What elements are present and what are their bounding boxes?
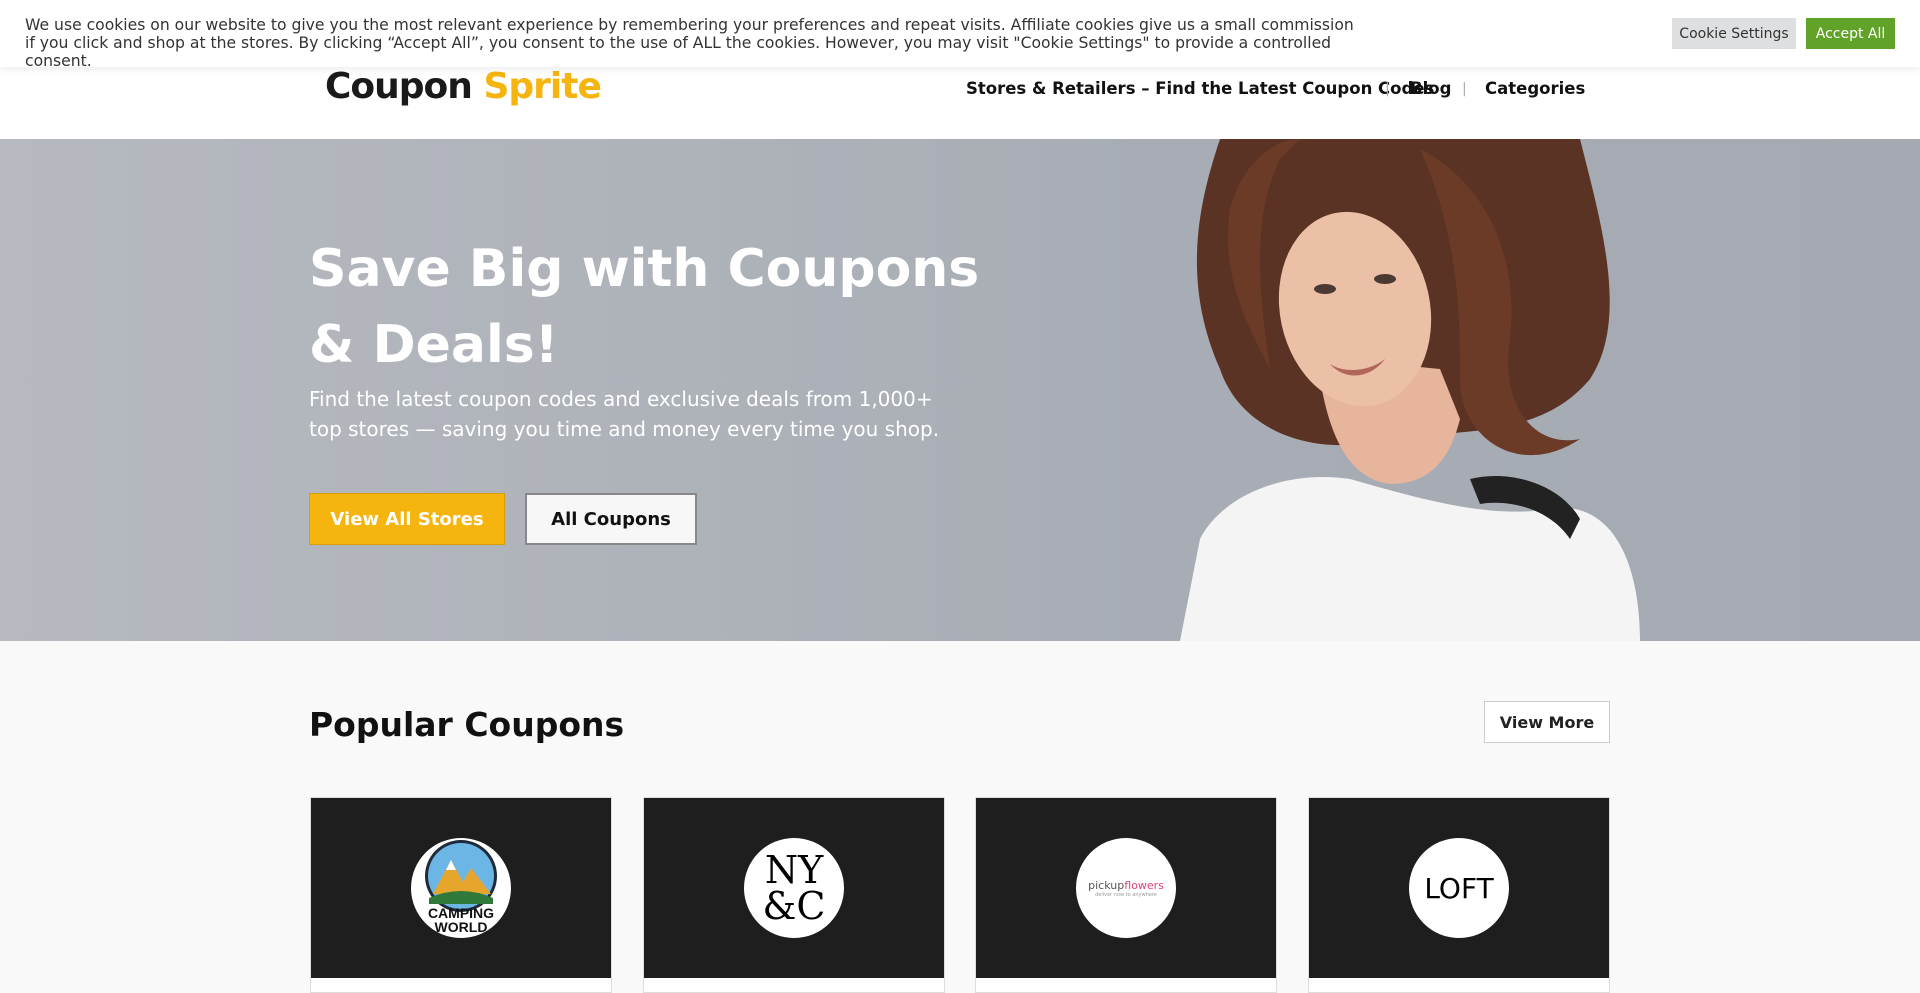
store-logo-ny-and-c: NY &C [744,838,844,938]
hero-subtitle: Find the latest coupon codes and exclusi… [309,387,940,441]
cookie-settings-button[interactable]: Cookie Settings [1672,18,1796,49]
nav-separator: | [1385,81,1390,97]
logo-text: LOFT [1424,871,1494,905]
logo-word-pickup: pickup [1088,878,1125,892]
nav-categories[interactable]: Categories [1485,78,1585,100]
store-logo-loft: LOFT [1409,838,1509,938]
coupon-card[interactable]: NY &C [643,797,945,993]
hero-title: Save Big with Coupons & Deals! [309,239,980,375]
logo-line1: NY [764,848,824,892]
logo-word-flowers: flowers [1124,878,1164,892]
cookie-message: We use cookies on our website to give yo… [25,16,1354,70]
coupon-card-banner: NY &C [644,798,944,978]
logo-tagline: deliver now to anywhere [1095,891,1157,898]
view-more-button[interactable]: View More [1484,701,1610,743]
coupon-card-banner: LOFT [1309,798,1609,978]
coupon-card[interactable]: CAMPING WORLD [310,797,612,993]
site-header: Coupon Sprite Stores & Retailers – Find … [0,67,1920,139]
logo-word-coupon: Coupon [325,66,473,107]
site-logo[interactable]: Coupon Sprite [325,66,602,107]
nav-blog[interactable]: Blog [1410,78,1451,100]
coupon-card-banner: CAMPING WORLD [311,798,611,978]
coupon-card[interactable]: LOFT [1308,797,1610,993]
popular-coupons-heading: Popular Coupons [309,705,625,744]
hero-banner: Save Big with Coupons & Deals! Find the … [0,139,1920,641]
view-all-stores-button[interactable]: View All Stores [309,493,505,545]
store-logo-camping-world: CAMPING WORLD [411,838,511,938]
camping-world-logo-icon: CAMPING WORLD [425,840,497,935]
logo-line2: &C [762,884,826,928]
logo-word-sprite: Sprite [483,66,601,107]
nav-stores-retailers[interactable]: Stores & Retailers – Find the Latest Cou… [966,78,1434,100]
store-logo-pickup-flowers: pickupflowers deliver now to anywhere [1076,838,1176,938]
nav-separator: | [1462,81,1467,97]
all-coupons-button[interactable]: All Coupons [525,493,697,545]
coupon-card-banner: pickupflowers deliver now to anywhere [976,798,1276,978]
accept-all-button[interactable]: Accept All [1806,18,1895,49]
coupon-card[interactable]: pickupflowers deliver now to anywhere [975,797,1277,993]
hero-portrait-image [1180,139,1640,641]
cookie-consent-bar: We use cookies on our website to give yo… [0,0,1920,70]
logo-line2: WORLD [435,919,488,935]
